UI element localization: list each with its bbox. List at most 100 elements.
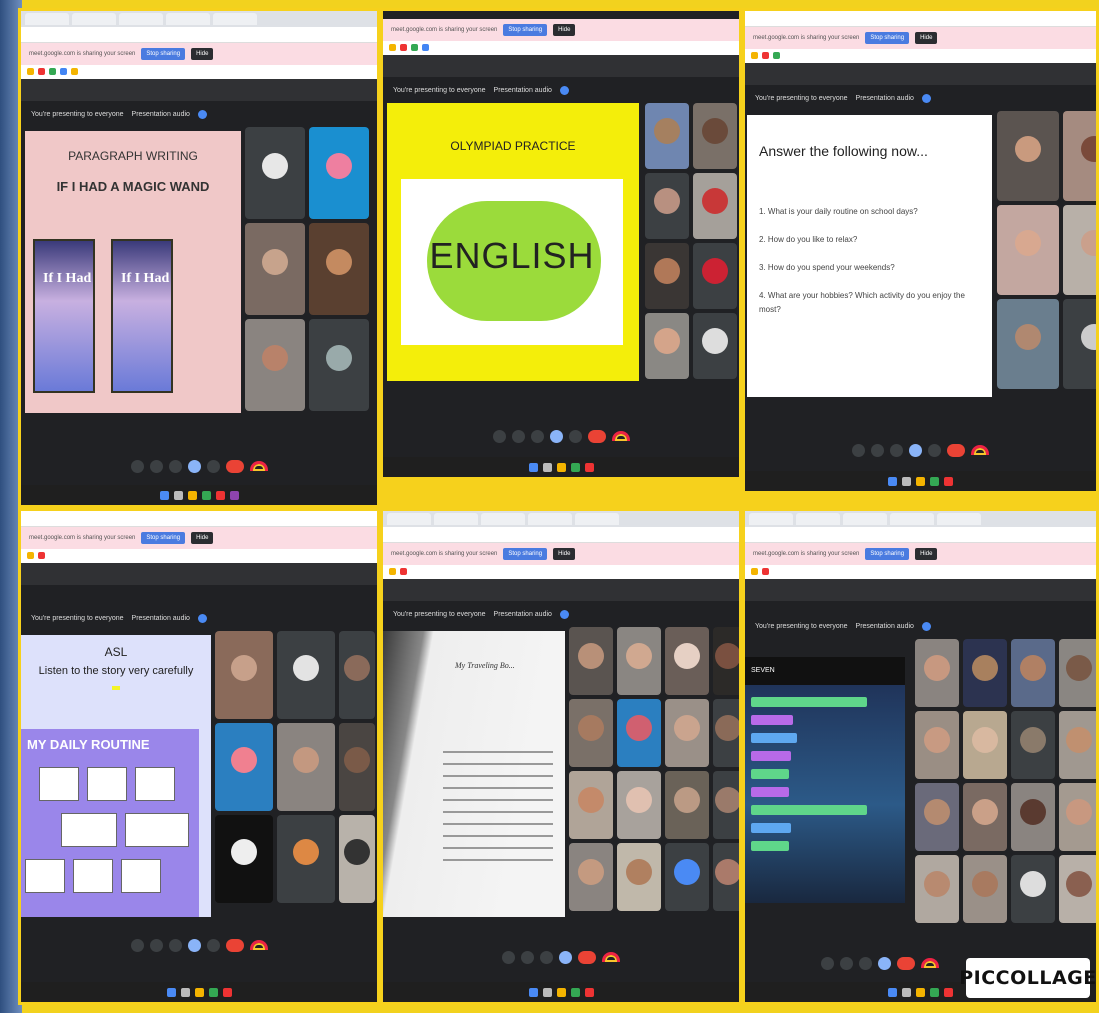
participant-tile[interactable] bbox=[645, 173, 689, 239]
address-bar[interactable] bbox=[745, 527, 1096, 543]
participant-tile[interactable] bbox=[569, 699, 613, 767]
more-options-icon[interactable] bbox=[928, 443, 941, 457]
end-call-button[interactable] bbox=[578, 950, 596, 964]
bookmark-icon[interactable] bbox=[71, 68, 78, 75]
participant-tile[interactable] bbox=[997, 299, 1059, 389]
participant-tile[interactable] bbox=[617, 699, 661, 767]
participant-tile[interactable] bbox=[339, 815, 375, 903]
browser-tab[interactable] bbox=[387, 513, 431, 525]
search-icon[interactable] bbox=[542, 987, 552, 997]
browser-tab[interactable] bbox=[481, 513, 525, 525]
participant-tile[interactable] bbox=[569, 771, 613, 839]
address-bar[interactable] bbox=[21, 27, 377, 43]
browser-tab[interactable] bbox=[843, 513, 887, 525]
more-options-icon[interactable] bbox=[206, 459, 220, 473]
participant-tile[interactable] bbox=[617, 771, 661, 839]
browser-tab[interactable] bbox=[575, 513, 619, 525]
bookmark-icon[interactable] bbox=[411, 44, 418, 51]
browser-tab[interactable] bbox=[166, 13, 210, 25]
bookmark-icon[interactable] bbox=[27, 552, 34, 559]
participant-tile[interactable] bbox=[1059, 783, 1096, 851]
participant-tile[interactable] bbox=[245, 127, 305, 219]
participant-tile[interactable] bbox=[915, 711, 959, 779]
browser-tab[interactable] bbox=[72, 13, 116, 25]
bookmark-icon[interactable] bbox=[762, 52, 769, 59]
stop-sharing-button[interactable]: Stop sharing bbox=[865, 548, 910, 560]
app-icon[interactable] bbox=[944, 987, 953, 997]
participant-tile[interactable] bbox=[645, 243, 689, 309]
folder-icon[interactable] bbox=[187, 490, 197, 500]
bookmark-icon[interactable] bbox=[49, 68, 56, 75]
end-call-button[interactable] bbox=[897, 956, 915, 970]
address-bar[interactable] bbox=[21, 511, 377, 527]
address-bar[interactable] bbox=[745, 11, 1096, 27]
app-icon[interactable] bbox=[584, 987, 594, 997]
participant-tile[interactable] bbox=[963, 711, 1007, 779]
captions-icon[interactable] bbox=[168, 938, 182, 952]
participant-tile[interactable] bbox=[1063, 205, 1096, 295]
hide-button[interactable]: Hide bbox=[553, 24, 576, 36]
hide-button[interactable]: Hide bbox=[915, 548, 938, 560]
hide-button[interactable]: Hide bbox=[915, 32, 938, 44]
present-icon[interactable] bbox=[878, 956, 891, 970]
stop-sharing-button[interactable]: Stop sharing bbox=[141, 48, 186, 60]
participant-tile[interactable] bbox=[665, 627, 709, 695]
present-icon[interactable] bbox=[559, 950, 572, 964]
audio-icon[interactable] bbox=[197, 613, 207, 623]
search-icon[interactable] bbox=[173, 490, 183, 500]
browser-tab[interactable] bbox=[749, 513, 793, 525]
present-icon[interactable] bbox=[187, 459, 201, 473]
audio-icon[interactable] bbox=[559, 609, 569, 619]
app-icon[interactable] bbox=[215, 490, 225, 500]
audio-icon[interactable] bbox=[921, 621, 931, 631]
participant-tile[interactable] bbox=[1063, 299, 1096, 389]
participant-tile[interactable] bbox=[1059, 639, 1096, 707]
microphone-icon[interactable] bbox=[130, 459, 144, 473]
present-icon[interactable] bbox=[187, 938, 201, 952]
participant-tile[interactable] bbox=[277, 631, 335, 719]
participant-tile[interactable] bbox=[1063, 111, 1096, 201]
participant-tile[interactable] bbox=[693, 103, 737, 169]
chrome-icon[interactable] bbox=[201, 490, 211, 500]
bookmark-icon[interactable] bbox=[400, 568, 407, 575]
participant-tile[interactable] bbox=[215, 631, 273, 719]
browser-tab[interactable] bbox=[119, 13, 163, 25]
participant-tile[interactable] bbox=[1011, 855, 1055, 923]
participant-tile[interactable] bbox=[309, 319, 369, 411]
present-icon[interactable] bbox=[549, 429, 563, 443]
participant-tile[interactable] bbox=[665, 699, 709, 767]
folder-icon[interactable] bbox=[194, 987, 204, 997]
start-icon[interactable] bbox=[888, 476, 897, 486]
camera-icon[interactable] bbox=[521, 950, 534, 964]
participant-tile[interactable] bbox=[569, 627, 613, 695]
participant-tile[interactable] bbox=[1011, 711, 1055, 779]
bookmark-icon[interactable] bbox=[762, 568, 769, 575]
folder-icon[interactable] bbox=[916, 987, 925, 997]
participant-tile[interactable] bbox=[693, 173, 737, 239]
audio-icon[interactable] bbox=[559, 85, 569, 95]
app-icon[interactable] bbox=[229, 490, 239, 500]
camera-icon[interactable] bbox=[149, 938, 163, 952]
participant-tile[interactable] bbox=[569, 843, 613, 911]
folder-icon[interactable] bbox=[556, 462, 566, 472]
stop-sharing-button[interactable]: Stop sharing bbox=[141, 532, 186, 544]
microphone-icon[interactable] bbox=[492, 429, 506, 443]
participant-tile[interactable] bbox=[1011, 783, 1055, 851]
hide-button[interactable]: Hide bbox=[191, 532, 214, 544]
search-icon[interactable] bbox=[902, 476, 911, 486]
end-call-button[interactable] bbox=[225, 938, 244, 952]
participant-tile[interactable] bbox=[963, 855, 1007, 923]
start-icon[interactable] bbox=[888, 987, 897, 997]
participant-tile[interactable] bbox=[617, 627, 661, 695]
folder-icon[interactable] bbox=[916, 476, 925, 486]
audio-icon[interactable] bbox=[197, 109, 207, 119]
hide-button[interactable]: Hide bbox=[553, 548, 576, 560]
chrome-icon[interactable] bbox=[930, 476, 939, 486]
browser-tab[interactable] bbox=[434, 513, 478, 525]
bookmark-icon[interactable] bbox=[38, 552, 45, 559]
browser-tab[interactable] bbox=[890, 513, 934, 525]
captions-icon[interactable] bbox=[890, 443, 903, 457]
browser-tab[interactable] bbox=[25, 13, 69, 25]
chrome-icon[interactable] bbox=[208, 987, 218, 997]
participant-tile[interactable] bbox=[339, 631, 375, 719]
